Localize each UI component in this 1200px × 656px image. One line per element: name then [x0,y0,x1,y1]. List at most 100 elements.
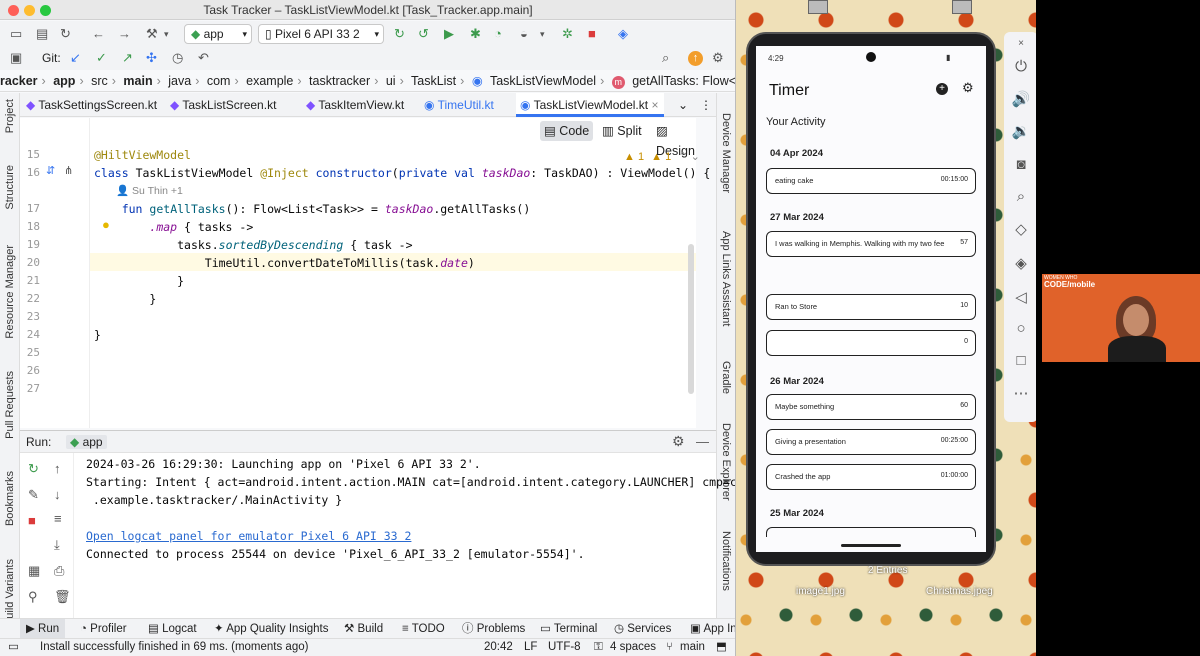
search-icon[interactable]: ⌕ [662,48,669,68]
rerun-icon[interactable]: ↻ [28,461,39,477]
breadcrumb-item[interactable]: TaskListViewModel [490,74,596,88]
profiler-tool-tab[interactable]: ◔ Profiler [80,619,127,639]
breadcrumb-item[interactable]: java [168,74,191,88]
power-icon[interactable]: ⏻ [1004,58,1038,75]
activity-card-partial[interactable] [766,527,976,537]
activity-card[interactable]: Ran to Store 10 [766,294,976,320]
debug-bug-icon[interactable]: ✱ [470,24,481,44]
inspection-widget[interactable]: ▲ 1 ▲ 1 ⌃ ⌄ [624,150,700,163]
volume-down-icon[interactable]: 🔉 [1004,122,1038,140]
breadcrumb-item[interactable]: com [207,74,231,88]
breadcrumb-item[interactable]: ui [386,74,396,88]
structure-tool-button[interactable]: Structure [4,165,16,210]
desktop-file-icon[interactable] [808,0,828,14]
notifications-tool-button[interactable]: Notifications [720,531,732,591]
bookmarks-tool-button[interactable]: Bookmarks [4,471,16,526]
activity-card[interactable]: eating cake 00:15:00 [766,168,976,194]
desktop-file-icon[interactable] [952,0,972,14]
device-mirror-icon[interactable]: ◈ [618,24,628,44]
build-variants-tool-button[interactable]: Build Variants [4,559,16,626]
tab-task-settings-screen[interactable]: ◆ TaskSettingsScreen.kt [22,93,164,117]
back-icon[interactable]: ◁ [1004,288,1038,306]
gesture-nav-bar[interactable] [841,544,901,547]
open-logcat-link[interactable]: Open logcat panel for emulator Pixel 6 A… [86,529,411,543]
desktop-file-label[interactable]: image1.jpg [796,586,845,597]
activity-card[interactable]: Maybe something 60 [766,394,976,420]
todo-tool-tab[interactable]: ≡ TODO [402,619,445,639]
sync-icon[interactable]: ↻ [60,24,71,44]
update-badge-icon[interactable]: ↑ [688,51,703,66]
activity-card[interactable]: 0 [766,330,976,356]
branch-icon[interactable]: ▣ [10,48,22,68]
breadcrumb-item[interactable]: racker [0,74,38,88]
emulator-screen[interactable]: 4:29 ▮ Timer + ⚙ Your Activity 04 Apr 20… [756,46,986,552]
resource-manager-tool-button[interactable]: Resource Manager [4,245,16,339]
chevron-down-icon[interactable]: ▾ [540,24,545,44]
build-hammer-icon[interactable]: ⚒ [146,24,158,44]
close-tab-icon[interactable]: × [651,98,658,112]
build-tool-tab[interactable]: ⚒ Build [344,619,383,639]
run-tool-tab[interactable]: ▶ Run [20,619,66,639]
gradle-tool-button[interactable]: Gradle [720,361,732,394]
rollback-icon[interactable]: ↶ [198,48,209,68]
run-config-tab[interactable]: ◆ app [66,435,107,449]
desktop-file-label[interactable]: Christmas.jpeg [926,586,993,597]
caret-position[interactable]: 20:42 [484,639,513,656]
tab-task-list-view-model[interactable]: ◉ TaskListViewModel.kt × [516,93,664,117]
chevron-down-icon[interactable]: ⌄ [691,151,700,163]
split-view-button[interactable]: ▥ Split [602,121,642,141]
status-message[interactable]: Install successfully finished in 69 ms. … [40,639,308,656]
home-icon[interactable]: ○ [1004,320,1038,337]
rotate-left-icon[interactable]: ◇ [1004,220,1038,238]
rotate-right-icon[interactable]: ◈ [1004,254,1038,272]
attach-debugger-icon[interactable]: ✲ [562,24,573,44]
profile-icon[interactable]: ◔ [494,24,502,44]
breadcrumb-item[interactable]: main [123,74,152,88]
scroll-up-icon[interactable]: ↑ [54,461,61,476]
more-icon[interactable]: ⋯ [1004,384,1038,402]
code-editor[interactable]: ▤ Code ▥ Split ▨ Design ▲ 1 ▲ 1 ⌃ ⌄ 15 1… [20,118,710,428]
services-tool-tab[interactable]: ◷ Services [614,619,671,639]
run-config-select[interactable]: ◆ app ▾ [184,24,252,44]
git-commit-icon[interactable]: ✓ [96,48,107,68]
implementations-gutter-icon[interactable]: ⇵ [46,164,55,177]
breadcrumb-item[interactable]: src [91,74,108,88]
memory-indicator-icon[interactable]: ⬒ [716,639,727,656]
breadcrumb-item[interactable]: tasktracker [309,74,370,88]
project-tool-button[interactable]: Project [4,99,16,133]
apply-code-changes-icon[interactable]: ↺ [418,24,429,44]
device-manager-tool-button[interactable]: Device Manager [720,113,732,193]
coverage-icon[interactable]: ◒ [520,24,528,44]
breadcrumb-item[interactable]: example [246,74,293,88]
history-icon[interactable]: ◷ [172,48,183,68]
breadcrumb-item[interactable]: getAllTasks: Flow<List<Task>> [632,74,735,88]
git-branch[interactable]: main [680,639,705,656]
problems-tool-tab[interactable]: ⓘ Problems [462,619,525,639]
logcat-tool-tab[interactable]: ▤ Logcat [148,619,197,639]
tab-list-chevron-icon[interactable]: ⌄ [674,93,690,117]
volume-up-icon[interactable]: 🔊 [1004,90,1038,108]
device-select[interactable]: ▯ Pixel 6 API 33 2 ▾ [258,24,384,44]
soft-wrap-icon[interactable]: ≡ [54,511,62,526]
camera-icon[interactable]: ◙ [1004,156,1038,173]
chevron-down-icon[interactable]: ▾ [164,24,169,44]
app-inspection-tool-tab[interactable]: ▣ App Ins [690,619,735,639]
pull-requests-tool-button[interactable]: Pull Requests [4,371,16,439]
file-encoding[interactable]: UTF-8 [548,639,581,656]
git-push-icon[interactable]: ↗ [122,48,133,68]
line-separator[interactable]: LF [524,639,537,656]
run-icon[interactable]: ▶ [444,24,454,44]
code-author-hint[interactable]: 👤 Su Thin +1 [116,184,183,197]
back-arrow-icon[interactable]: ← [92,24,105,44]
stop-icon[interactable]: ■ [28,513,36,528]
print-icon[interactable]: ⎙ [54,563,64,579]
tab-time-util[interactable]: ◉ TimeUtil.kt [420,93,516,117]
app-links-assistant-tool-button[interactable]: App Links Assistant [720,231,732,326]
activity-card[interactable]: I was walking in Memphis. Walking with m… [766,231,976,257]
indent-setting[interactable]: 4 spaces [610,639,656,656]
chevron-up-icon[interactable]: ⌃ [678,151,687,163]
hide-panel-icon[interactable]: — [696,434,709,449]
apply-changes-icon[interactable]: ↻ [394,24,405,44]
trash-icon[interactable]: 🗑 [54,589,71,605]
code-view-button[interactable]: ▤ Code [540,121,594,141]
